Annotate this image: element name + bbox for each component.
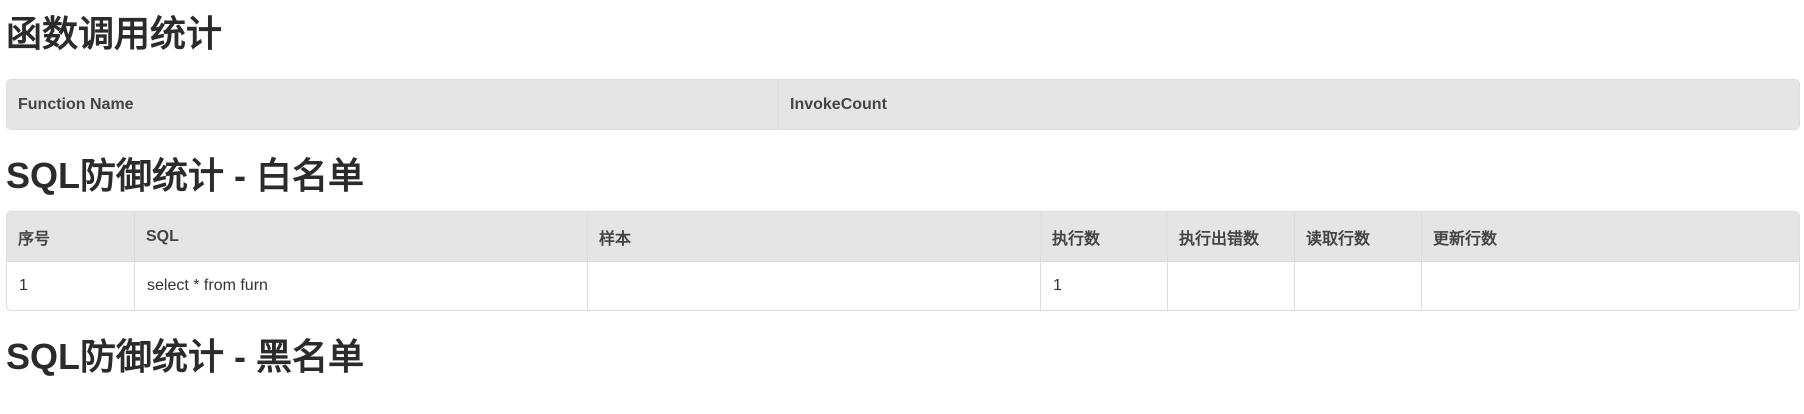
function-stats-title: 函数调用统计 <box>6 13 223 54</box>
column-header-index[interactable]: 序号 <box>7 212 134 261</box>
cell-exec-error-count <box>1167 261 1294 310</box>
table-header-row: 序号 SQL 样本 执行数 执行出错数 读取行数 更新行数 <box>7 212 1799 261</box>
column-header-invoke-count[interactable]: InvokeCount <box>778 80 1799 129</box>
table-header-row: Function Name InvokeCount <box>7 80 1799 129</box>
column-header-read-rows[interactable]: 读取行数 <box>1294 212 1421 261</box>
cell-sql: select * from furn <box>134 261 587 310</box>
sql-blacklist-title: SQL防御统计 - 黑名单 <box>6 336 364 377</box>
cell-sample <box>587 261 1040 310</box>
sql-whitelist-title: SQL防御统计 - 白名单 <box>6 155 364 196</box>
cell-update-rows <box>1421 261 1799 310</box>
column-header-update-rows[interactable]: 更新行数 <box>1421 212 1799 261</box>
sql-whitelist-table: 序号 SQL 样本 执行数 执行出错数 读取行数 更新行数 1 select *… <box>6 211 1800 311</box>
table-row: 1 select * from furn 1 <box>7 261 1799 310</box>
cell-index: 1 <box>7 261 134 310</box>
column-header-sample[interactable]: 样本 <box>587 212 1040 261</box>
column-header-function-name[interactable]: Function Name <box>7 80 778 129</box>
cell-read-rows <box>1294 261 1421 310</box>
column-header-exec-error-count[interactable]: 执行出错数 <box>1167 212 1294 261</box>
column-header-exec-count[interactable]: 执行数 <box>1040 212 1167 261</box>
function-stats-table: Function Name InvokeCount <box>6 79 1800 130</box>
stats-page: 函数调用统计 Function Name InvokeCount SQL防御统计… <box>0 0 1804 414</box>
cell-exec-count: 1 <box>1040 261 1167 310</box>
column-header-sql[interactable]: SQL <box>134 212 587 261</box>
